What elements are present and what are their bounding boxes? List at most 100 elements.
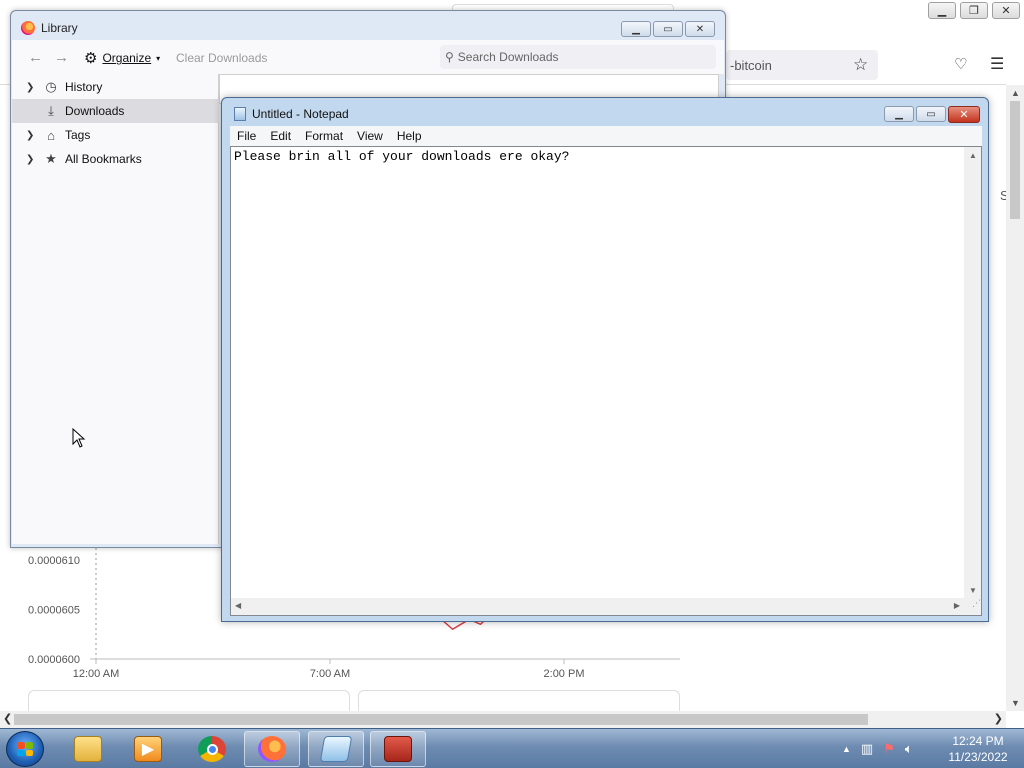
chevron-down-icon: ▾	[156, 53, 161, 63]
chrome-icon	[198, 736, 226, 762]
show-hidden-icons-icon[interactable]: ▲	[842, 744, 851, 754]
notepad-window: Untitled - Notepad ▁ ▭ ✕ File Edit Forma…	[221, 97, 989, 622]
media-player-icon: ▶	[134, 736, 162, 762]
menu-help[interactable]: Help	[390, 129, 429, 143]
star-icon: ★	[45, 151, 57, 166]
menu-view[interactable]: View	[350, 129, 390, 143]
scroll-right-icon[interactable]: ❯	[994, 712, 1003, 725]
scroll-down-icon[interactable]: ▼	[1011, 698, 1020, 708]
maximize-button[interactable]: ▭	[916, 106, 946, 122]
tree-item-tags[interactable]: ❯ ⌂ Tags	[12, 123, 219, 147]
back-arrow-icon[interactable]: ←	[28, 49, 43, 66]
tag-icon: ⌂	[47, 127, 55, 143]
x-tick-label: 2:00 PM	[544, 668, 585, 680]
resize-grip-icon[interactable]: ⋰	[964, 598, 981, 615]
notepad-title: Untitled - Notepad	[252, 107, 349, 121]
restore-button[interactable]: ❐	[960, 2, 988, 19]
notepad-titlebar: Untitled - Notepad	[234, 107, 349, 121]
browser-window-controls: ▁ ❐ ✕	[928, 2, 1020, 19]
info-card	[28, 690, 350, 712]
start-button[interactable]	[6, 731, 44, 767]
system-clock[interactable]: 12:24 PM 11/23/2022	[934, 733, 1022, 765]
notepad-icon	[234, 107, 246, 121]
taskbar-file-explorer[interactable]	[60, 731, 116, 767]
forward-arrow-icon[interactable]: →	[54, 49, 69, 66]
minimize-button[interactable]: ▁	[884, 106, 914, 122]
expand-chevron-icon[interactable]: ❯	[26, 130, 40, 141]
library-window-controls: ▁ ▭ ✕	[621, 21, 715, 37]
taskbar-chrome[interactable]	[184, 731, 240, 767]
library-title: Library	[41, 21, 78, 35]
network-icon[interactable]: ▥	[861, 741, 873, 757]
y-tick-label: 0.0000605	[28, 604, 80, 616]
volume-icon[interactable]: 🔈︎	[905, 741, 913, 757]
tree-item-label: All Bookmarks	[65, 152, 142, 166]
scroll-up-icon[interactable]: ▲	[1011, 88, 1020, 98]
vertical-scrollbar[interactable]: ▲ ▼	[964, 147, 981, 599]
scroll-right-icon[interactable]: ▶	[954, 601, 960, 610]
maximize-button[interactable]: ▭	[653, 21, 683, 37]
windows-logo-icon	[17, 742, 33, 756]
folder-icon	[74, 736, 102, 762]
minimize-button[interactable]: ▁	[928, 2, 956, 19]
tree-item-history[interactable]: ❯ ◷ History	[12, 75, 219, 99]
tree-item-downloads[interactable]: ⤓ Downloads	[12, 99, 219, 123]
organize-button[interactable]: ⚙ Organize ▾	[84, 49, 160, 67]
scroll-down-icon[interactable]: ▼	[969, 586, 977, 595]
scroll-thumb[interactable]	[1010, 101, 1020, 219]
tree-item-label: Downloads	[65, 104, 125, 118]
menu-format[interactable]: Format	[298, 129, 350, 143]
notepad-text-area[interactable]: Please brin all of your downloads ere ok…	[230, 146, 982, 616]
clear-downloads-button[interactable]: Clear Downloads	[176, 51, 267, 65]
y-tick-label: 0.0000610	[28, 555, 80, 567]
expand-chevron-icon[interactable]: ❯	[26, 154, 40, 165]
close-button[interactable]: ✕	[992, 2, 1020, 19]
search-downloads-input[interactable]: ⚲ Search Downloads	[440, 45, 716, 69]
organize-label: Organize	[102, 51, 152, 65]
firefox-icon	[258, 736, 286, 762]
url-text: -bitcoin	[730, 58, 772, 73]
toolbox-icon	[384, 736, 412, 762]
bookmark-star-icon[interactable]: ☆	[853, 55, 868, 75]
search-icon: ⚲	[445, 50, 454, 64]
pocket-icon[interactable]: ♡	[954, 55, 967, 73]
expand-chevron-icon[interactable]: ❯	[26, 82, 40, 93]
x-tick-label: 7:00 AM	[310, 668, 350, 680]
vertical-scrollbar[interactable]: ▲ ▼	[1006, 85, 1024, 711]
x-tick-label: 12:00 AM	[73, 668, 119, 680]
clock-time: 12:24 PM	[952, 734, 1004, 748]
taskbar-notepad[interactable]	[308, 731, 364, 767]
menu-file[interactable]: File	[230, 129, 263, 143]
taskbar-media-player[interactable]: ▶	[120, 731, 176, 767]
taskbar: ▶ ▲ ▥ ⚑ 🔈︎ 12:24 PM 11/23/2022	[0, 728, 1024, 768]
search-placeholder: Search Downloads	[457, 50, 559, 64]
notepad-text: Please brin all of your downloads ere ok…	[234, 149, 570, 164]
download-icon: ⤓	[48, 103, 54, 118]
clock-icon: ◷	[45, 79, 57, 94]
info-card	[358, 690, 680, 712]
hamburger-menu-icon[interactable]: ☰	[990, 54, 1004, 74]
y-tick-label: 0.0000600	[28, 654, 80, 666]
close-button[interactable]: ✕	[948, 106, 980, 123]
tree-item-label: History	[65, 80, 103, 94]
horizontal-scrollbar[interactable]: ◀ ▶	[231, 598, 964, 615]
scroll-left-icon[interactable]: ❮	[3, 712, 12, 725]
notepad-icon	[319, 736, 353, 762]
scroll-thumb[interactable]	[14, 714, 868, 725]
notepad-window-controls: ▁ ▭ ✕	[884, 106, 980, 123]
library-titlebar: Library	[21, 21, 78, 35]
scroll-left-icon[interactable]: ◀	[235, 601, 241, 610]
horizontal-scrollbar[interactable]: ❮ ❯	[0, 711, 1006, 728]
system-tray: ▲ ▥ ⚑ 🔈︎	[842, 729, 913, 768]
gear-icon: ⚙	[84, 50, 98, 67]
menu-edit[interactable]: Edit	[263, 129, 298, 143]
taskbar-firefox[interactable]	[244, 731, 300, 767]
notepad-menubar: File Edit Format View Help	[230, 126, 982, 146]
minimize-button[interactable]: ▁	[621, 21, 651, 37]
scroll-up-icon[interactable]: ▲	[969, 151, 977, 160]
taskbar-toolbox[interactable]	[370, 731, 426, 767]
firefox-icon	[21, 21, 35, 35]
action-center-flag-icon[interactable]: ⚑	[883, 741, 895, 757]
close-button[interactable]: ✕	[685, 21, 715, 37]
tree-item-all-bookmarks[interactable]: ❯ ★ All Bookmarks	[12, 147, 219, 171]
